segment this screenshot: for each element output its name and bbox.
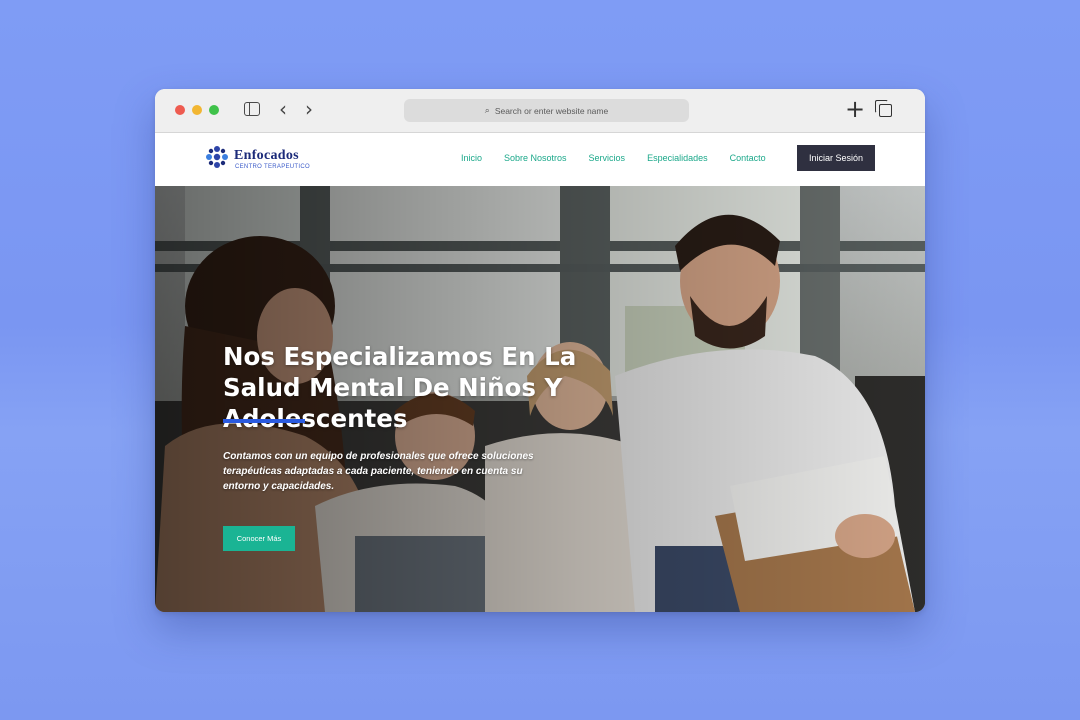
new-tab-icon[interactable]: + xyxy=(845,94,865,124)
browser-toolbar: ‹ › ⌕ Search or enter website name + xyxy=(155,89,925,133)
learn-more-button[interactable]: Conocer Más xyxy=(223,526,295,551)
hero-section: Nos Especializamos En La Salud Mental De… xyxy=(155,186,925,612)
nav-link-servicios[interactable]: Servicios xyxy=(589,153,626,163)
address-bar[interactable]: ⌕ Search or enter website name xyxy=(404,99,689,122)
nav-link-especialidades[interactable]: Especialidades xyxy=(647,153,708,163)
maximize-window-button[interactable] xyxy=(209,105,219,115)
nav-link-sobre-nosotros[interactable]: Sobre Nosotros xyxy=(504,153,567,163)
forward-arrow-icon[interactable]: › xyxy=(305,97,313,121)
main-nav: Inicio Sobre Nosotros Servicios Especial… xyxy=(461,153,788,163)
minimize-window-button[interactable] xyxy=(192,105,202,115)
address-placeholder: Search or enter website name xyxy=(494,105,609,116)
sidebar-icon[interactable] xyxy=(244,102,260,116)
logo-subtitle: CENTRO TERAPEUTICO xyxy=(235,164,310,170)
title-underline xyxy=(223,419,305,423)
back-arrow-icon[interactable]: ‹ xyxy=(279,97,287,121)
search-icon: ⌕ xyxy=(484,105,490,116)
nav-link-contacto[interactable]: Contacto xyxy=(730,153,766,163)
close-window-button[interactable] xyxy=(175,105,185,115)
nav-link-inicio[interactable]: Inicio xyxy=(461,153,482,163)
hero-description: Contamos con un equipo de profesionales … xyxy=(223,451,534,492)
login-button[interactable]: Iniciar Sesión xyxy=(797,145,875,171)
logo-icon[interactable] xyxy=(205,145,229,169)
logo-name[interactable]: Enfocados xyxy=(234,148,299,164)
tabs-overview-icon[interactable] xyxy=(875,100,892,117)
site-header: Enfocados CENTRO TERAPEUTICO Inicio Sobr… xyxy=(155,133,925,186)
browser-window: ‹ › ⌕ Search or enter website name + Enf… xyxy=(155,89,925,612)
